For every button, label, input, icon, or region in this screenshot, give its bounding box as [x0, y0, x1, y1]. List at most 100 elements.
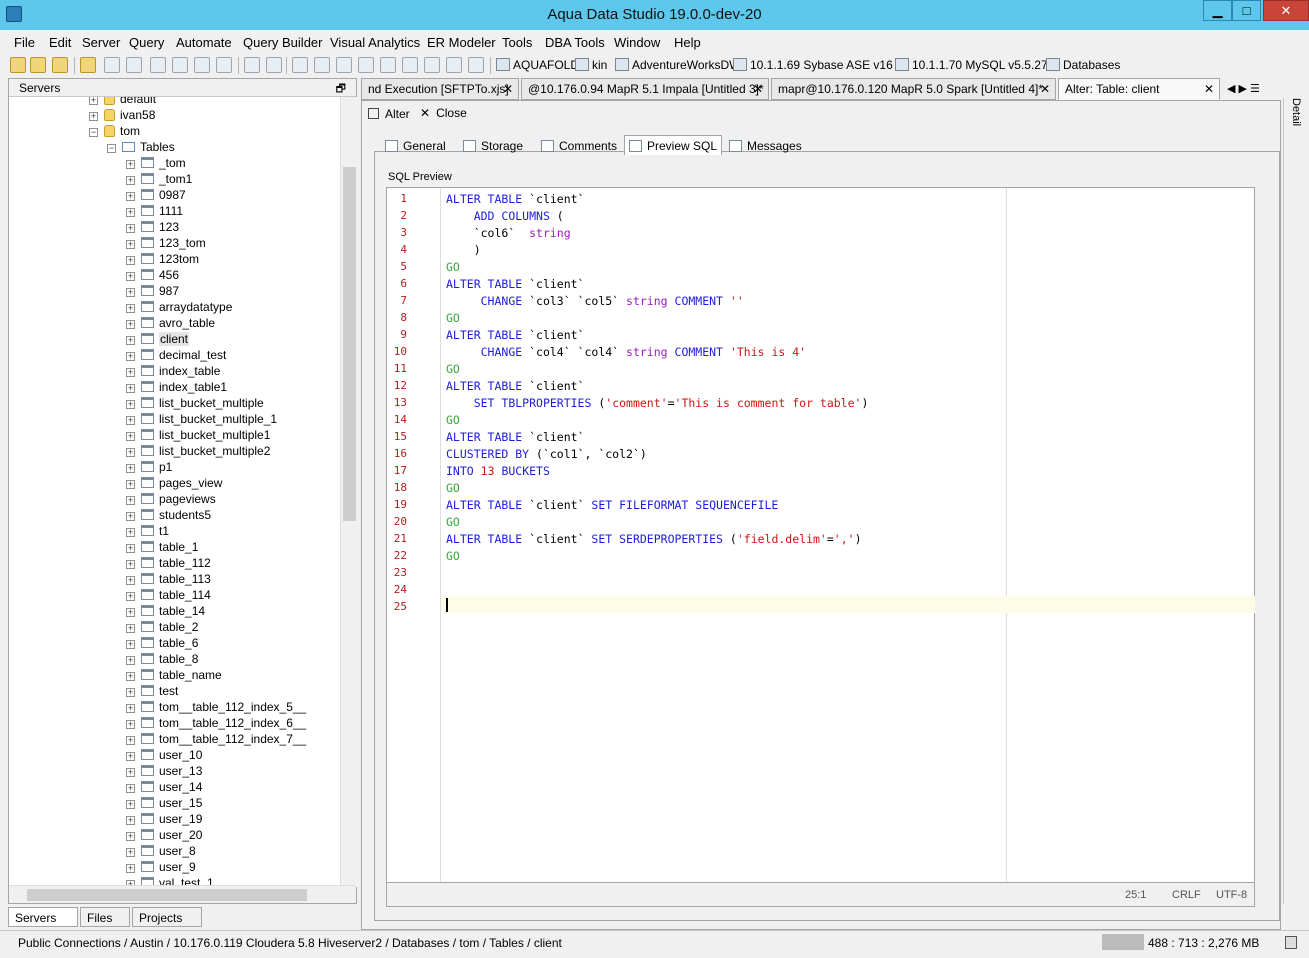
expand-icon[interactable]: +: [126, 544, 135, 553]
expand-icon[interactable]: +: [89, 112, 98, 121]
code-line[interactable]: ALTER TABLE `client`: [446, 192, 584, 206]
menu-query-builder[interactable]: Query Builder: [243, 35, 322, 50]
code-line[interactable]: GO: [446, 260, 460, 274]
toolbar-tool-10-icon[interactable]: [216, 57, 232, 73]
tree-node[interactable]: + default: [89, 97, 156, 108]
tree-node[interactable]: + table_114: [126, 588, 211, 604]
tree-node[interactable]: + avro_table: [126, 316, 215, 332]
expand-icon[interactable]: +: [126, 608, 135, 617]
expand-icon[interactable]: +: [126, 560, 135, 569]
tree-node[interactable]: + _tom: [126, 156, 186, 172]
tree-node[interactable]: + user_14: [126, 780, 202, 796]
close-editor-button[interactable]: ✕ Close: [420, 106, 467, 120]
alter-button[interactable]: Alter: [368, 107, 410, 121]
encoding[interactable]: UTF-8: [1216, 889, 1247, 901]
code-line[interactable]: GO: [446, 311, 460, 325]
menu-help[interactable]: Help: [674, 35, 701, 50]
sql-preview-editor[interactable]: 1 2 3 4 5 6 7 8 9 10 11 12 13 14 15 16 17 18 19 20 21 22 23 24 2…: [386, 187, 1255, 883]
menu-query[interactable]: Query: [129, 35, 164, 50]
tree-horizontal-scrollbar[interactable]: [9, 885, 356, 903]
tab-close-icon[interactable]: ✕: [753, 82, 763, 96]
tree-node[interactable]: + decimal_test: [126, 348, 226, 364]
expand-icon[interactable]: +: [126, 816, 135, 825]
menu-edit[interactable]: Edit: [49, 35, 71, 50]
tree-node[interactable]: +0987: [126, 188, 186, 204]
tab-messages[interactable]: Messages: [724, 135, 807, 155]
code-line[interactable]: CLUSTERED BY (`col1`, `col2`): [446, 447, 647, 461]
connection-shortcut[interactable]: AQUAFOLD: [496, 58, 579, 72]
code-line[interactable]: CHANGE `col4` `col4` string COMMENT 'Thi…: [446, 345, 806, 359]
toolbar-tool-21-icon[interactable]: [468, 57, 484, 73]
tree-node[interactable]: + user_13: [126, 764, 202, 780]
toolbar-tool-17-icon[interactable]: [380, 57, 396, 73]
new-icon[interactable]: [10, 57, 26, 73]
expand-icon[interactable]: +: [126, 864, 135, 873]
close-window-button[interactable]: ✕: [1263, 0, 1309, 21]
expand-icon[interactable]: +: [126, 240, 135, 249]
menu-file[interactable]: File: [14, 35, 35, 50]
expand-icon[interactable]: +: [126, 304, 135, 313]
tree-node[interactable]: + user_15: [126, 796, 202, 812]
tree-node[interactable]: + user_19: [126, 812, 202, 828]
expand-icon[interactable]: +: [126, 704, 135, 713]
expand-icon[interactable]: +: [126, 624, 135, 633]
tree-node[interactable]: + table_1: [126, 540, 198, 556]
menu-dba-tools[interactable]: DBA Tools: [545, 35, 605, 50]
tree-node[interactable]: +456: [126, 268, 179, 284]
expand-icon[interactable]: +: [126, 320, 135, 329]
tab-close-icon[interactable]: ✕: [503, 82, 513, 96]
expand-icon[interactable]: +: [126, 464, 135, 473]
connection-shortcut[interactable]: Databases: [1046, 58, 1120, 72]
connection-shortcut[interactable]: AdventureWorksDW: [615, 58, 740, 72]
toolbar-tool-18-icon[interactable]: [402, 57, 418, 73]
code-line[interactable]: `col6` string: [446, 226, 571, 240]
tree-node[interactable]: + user_8: [126, 844, 196, 860]
code-line[interactable]: ALTER TABLE `client` SET FILEFORMAT SEQU…: [446, 498, 778, 512]
toolbar-tool-20-icon[interactable]: [446, 57, 462, 73]
expand-icon[interactable]: +: [126, 672, 135, 681]
expand-icon[interactable]: +: [126, 384, 135, 393]
tree-node[interactable]: + tom__table_112_index_7__: [126, 732, 306, 748]
tab-comments[interactable]: Comments: [536, 135, 622, 155]
tree-node[interactable]: + user_10: [126, 748, 202, 764]
tree-node[interactable]: + user_20: [126, 828, 202, 844]
tree-node[interactable]: + tom__table_112_index_6__: [126, 716, 306, 732]
expand-icon[interactable]: +: [126, 336, 135, 345]
tree-node[interactable]: + val_test_1: [126, 876, 214, 885]
tree-node[interactable]: + pages_view: [126, 476, 222, 492]
tree-node[interactable]: + p1: [126, 460, 172, 476]
tree-node[interactable]: + t1: [126, 524, 169, 540]
menu-tools[interactable]: Tools: [502, 35, 532, 50]
code-line[interactable]: ADD COLUMNS (: [446, 209, 564, 223]
expand-icon[interactable]: +: [126, 768, 135, 777]
code-line[interactable]: INTO 13 BUCKETS: [446, 464, 550, 478]
tree-node[interactable]: +123tom: [126, 252, 199, 268]
bottom-tab-servers[interactable]: Servers: [8, 907, 78, 927]
expand-icon[interactable]: +: [126, 368, 135, 377]
expand-icon[interactable]: +: [126, 224, 135, 233]
tree-node[interactable]: +123_tom: [126, 236, 206, 252]
tree-vertical-scrollbar[interactable]: [340, 97, 357, 887]
tree-node[interactable]: + index_table: [126, 364, 220, 380]
code-line[interactable]: GO: [446, 362, 460, 376]
tree-node[interactable]: + list_bucket_multiple: [126, 396, 264, 412]
code-line[interactable]: ALTER TABLE `client`: [446, 430, 584, 444]
expand-icon[interactable]: +: [126, 848, 135, 857]
expand-icon[interactable]: +: [126, 480, 135, 489]
expand-icon[interactable]: +: [126, 800, 135, 809]
tree-node[interactable]: +123: [126, 220, 179, 236]
expand-icon[interactable]: +: [126, 352, 135, 361]
scrollbar-thumb[interactable]: [27, 889, 307, 901]
toolbar-tool-13-icon[interactable]: [292, 57, 308, 73]
tree-node[interactable]: + table_112: [126, 556, 211, 572]
expand-icon[interactable]: +: [126, 640, 135, 649]
toolbar-tool-16-icon[interactable]: [358, 57, 374, 73]
toolbar-tool-8-icon[interactable]: [172, 57, 188, 73]
tab-general[interactable]: General: [380, 135, 451, 155]
tree-node[interactable]: + index_table1: [126, 380, 227, 396]
toolbar-tool-11-icon[interactable]: [244, 57, 260, 73]
doc-tab[interactable]: nd Execution [SFTPTo.xjs] ✕: [361, 78, 519, 100]
expand-icon[interactable]: +: [126, 688, 135, 697]
tree-node[interactable]: + list_bucket_multiple1: [126, 428, 270, 444]
minimize-button[interactable]: ▁: [1203, 0, 1232, 21]
